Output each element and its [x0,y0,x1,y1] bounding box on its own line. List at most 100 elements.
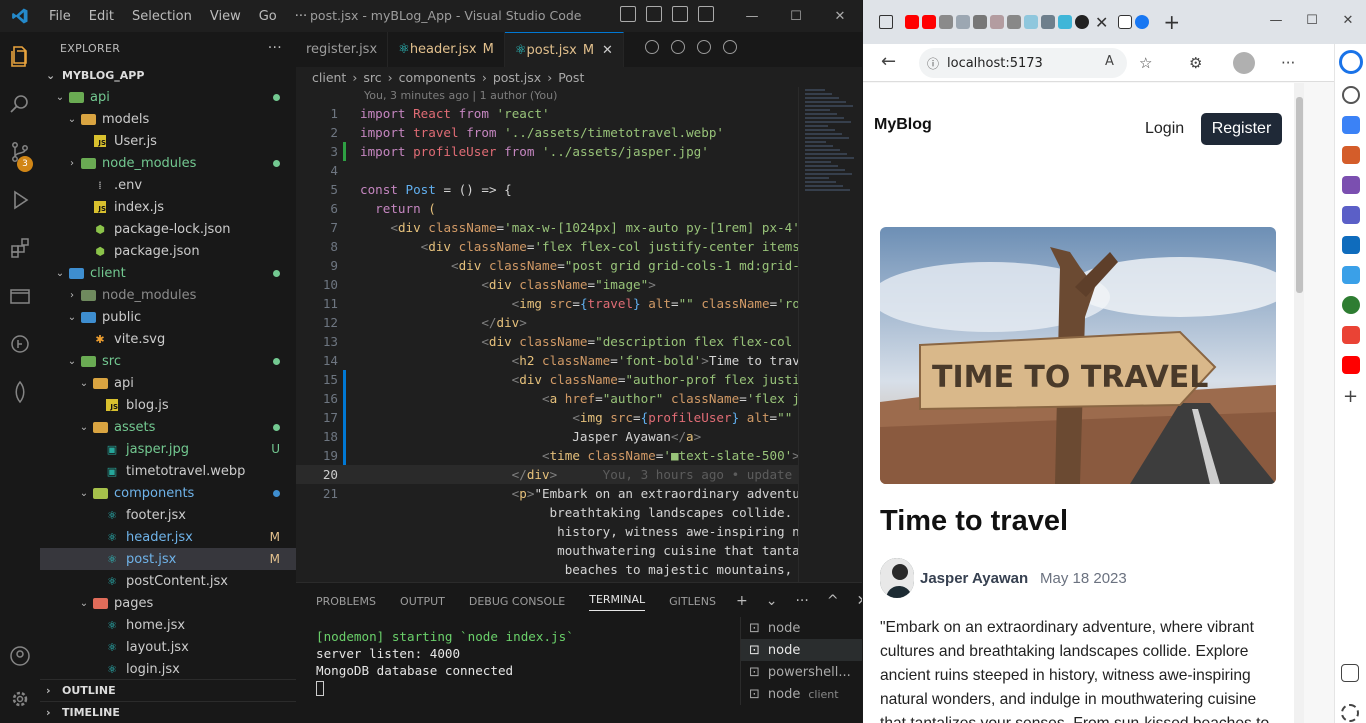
editor-tab[interactable]: ⚛ post.jsx M ✕ [504,32,624,67]
gmail-icon[interactable] [1341,326,1360,344]
site-tab-icon[interactable] [990,15,1004,29]
tree-item[interactable]: ⚛ login.jsx [40,658,296,680]
tools-briefcase-icon[interactable] [1341,146,1360,164]
add-favorite-icon[interactable]: ☆ [1139,54,1152,72]
toggle-sidebar-icon[interactable] [620,6,636,22]
bing-copilot-icon[interactable] [1338,50,1363,74]
tree-item[interactable]: ▣ timetotravel.webp [40,460,296,482]
tree-item[interactable]: ⚛ footer.jsx [40,504,296,526]
tree-item[interactable]: ⚛ home.jsx [40,614,296,636]
outline-section[interactable]: › OUTLINE [40,679,296,701]
open-changes-icon[interactable] [671,40,685,54]
login-link[interactable]: Login [1145,120,1184,138]
back-arrow-icon[interactable]: ← [881,51,896,72]
facebook-tab-icon[interactable] [1135,15,1150,29]
code-line[interactable]: 16 <a href="author" className='flex just… [296,389,862,408]
code-line[interactable]: 21 <p>"Embark on an extraordinary advent… [296,484,862,503]
more-actions-icon[interactable]: ··· [268,40,282,56]
code-line[interactable]: 5 const Post = () => { [296,180,862,199]
outlook-icon[interactable] [1341,236,1360,254]
terminal-instance[interactable]: ⊡ powershell... [741,661,862,683]
code-line[interactable]: 8 <div className='flex flex-col justify-… [296,237,862,256]
tree-item[interactable]: ⌄ models [40,108,296,130]
terminal-output[interactable]: [nodemon] starting `node index.js` server… [296,628,716,723]
timeline-section[interactable]: › TIMELINE [40,701,296,723]
github-tab-icon[interactable] [1075,15,1089,29]
address-bar[interactable]: ⓘ localhost:5173 [919,48,1127,78]
tree-item[interactable]: ⬢ package-lock.json [40,218,296,240]
code-line[interactable]: 13 <div className="description flex flex… [296,332,862,351]
hide-sidebar-icon[interactable] [1341,664,1359,682]
read-aloud-icon[interactable]: A [1105,54,1114,69]
tree-item[interactable]: ⚛ layout.jsx [40,636,296,658]
tree-item[interactable]: JS blog.js [40,394,296,416]
new-terminal-icon[interactable]: + [736,593,748,609]
remote-explorer-icon[interactable] [0,272,40,320]
site-tab-icon[interactable] [1058,15,1072,29]
author-avatar[interactable] [880,558,914,598]
code-line[interactable]: beaches to majestic mountains, let the [296,560,862,579]
customize-layout-icon[interactable] [698,6,714,22]
code-line[interactable]: 6 return ( [296,199,862,218]
author-name-link[interactable]: Jasper Ayawan [920,570,1028,587]
code-line[interactable]: 15 <div className="author-prof flex just… [296,370,862,389]
code-line[interactable]: 11 <img src={travel} alt="" className='r… [296,294,862,313]
accounts-icon[interactable] [0,632,40,680]
site-tab-icon[interactable] [1041,15,1055,29]
tree-icon[interactable] [1341,296,1360,314]
tree-item[interactable]: ⌄ client [40,262,296,284]
tree-item[interactable]: ⌄ public [40,306,296,328]
search-icon[interactable] [0,80,40,128]
tree-item[interactable]: ⌄ assets [40,416,296,438]
youtube-tab-icon[interactable] [905,15,919,29]
maximize-panel-icon[interactable]: ^ [827,593,839,609]
panel-tab-gitlens[interactable]: GITLENS [669,595,716,608]
tree-item[interactable]: ⌄ api [40,372,296,394]
explorer-icon[interactable] [0,32,40,80]
breadcrumb-item[interactable]: Post [558,70,584,85]
sidebar-settings-gear-icon[interactable] [1341,704,1359,722]
tree-item[interactable]: ⌄ src [40,350,296,372]
site-tab-icon[interactable] [1024,15,1038,29]
chevron-down-icon[interactable]: ⌄ [766,593,778,609]
breadcrumb-item[interactable]: client [312,70,346,85]
terminal-instance[interactable]: ⊡ node [741,639,862,661]
panel-tab-debug-console[interactable]: DEBUG CONSOLE [469,595,565,608]
code-line[interactable]: 20 </div> You, 3 hours ago • update padd… [296,465,862,484]
code-line[interactable]: 2 import travel from '../assets/timetotra… [296,123,862,142]
info-icon[interactable]: ⓘ [919,55,947,72]
youtube-tab-icon[interactable] [922,15,936,29]
code-editor[interactable]: You, 3 minutes ago | 1 author (You) 1 imp… [296,87,862,582]
code-line[interactable]: 3 import profileUser from '../assets/jasp… [296,142,862,161]
code-line[interactable]: 17 <img src={profileUser} alt="" classNa [296,408,862,427]
split-editor-icon[interactable] [723,40,737,54]
code-lens-blame[interactable]: You, 3 minutes ago | 1 author (You) [296,87,862,104]
panel-tab-problems[interactable]: PROBLEMS [316,595,376,608]
breadcrumb-item[interactable]: components [399,70,476,85]
page-scrollbar[interactable] [1294,83,1304,723]
register-button[interactable]: Register [1201,113,1282,145]
maximize-button[interactable]: ☐ [1294,8,1330,32]
code-line[interactable]: mouthwatering cuisine that tantalizes y [296,541,862,560]
tree-item[interactable]: ▣ jasper.jpg U [40,438,296,460]
code-line[interactable]: 14 <h2 className='font-bold'>Time to tra… [296,351,862,370]
tree-item[interactable]: JS index.js [40,196,296,218]
close-tab-icon[interactable]: ✕ [1095,13,1108,32]
tree-item[interactable]: ⚛ post.jsx M [40,548,296,570]
close-window-button[interactable]: ✕ [1330,8,1366,32]
tab-actions-icon[interactable] [879,15,893,29]
tree-item[interactable]: ⌄ components [40,482,296,504]
send-icon[interactable] [1341,266,1360,284]
add-sidebar-app-icon[interactable]: + [1335,386,1366,407]
panel-tab-output[interactable]: OUTPUT [400,595,445,608]
timeline-history-icon[interactable] [645,40,659,54]
tree-item[interactable]: JS User.js [40,130,296,152]
extensions-icon[interactable]: ⚙ [1189,54,1202,72]
breadcrumb-item[interactable]: src [363,70,381,85]
site-tab-icon[interactable] [973,15,987,29]
gitlens-icon[interactable] [0,320,40,368]
terminal-instance[interactable]: ⊡ node client [741,683,862,705]
maximize-button[interactable]: ☐ [774,0,818,32]
workspace-root[interactable]: ⌄ MYBLOG_APP [40,64,296,86]
shopping-tag-icon[interactable] [1341,116,1360,134]
